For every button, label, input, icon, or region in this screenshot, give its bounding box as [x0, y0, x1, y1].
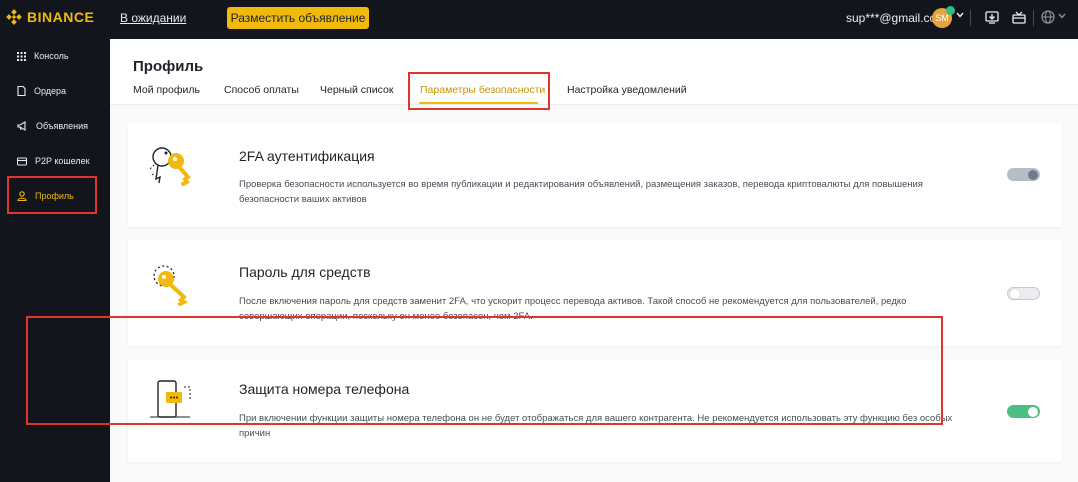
- key-icon: [153, 265, 188, 306]
- binance-diamond-icon: [6, 9, 22, 25]
- chevron-down-icon[interactable]: [1058, 13, 1066, 19]
- sidebar-item-label: Ордера: [34, 86, 67, 96]
- pending-link[interactable]: В ожидании: [120, 11, 186, 25]
- phone-protection-toggle[interactable]: [1007, 405, 1040, 418]
- toggle-knob: [1028, 169, 1038, 180]
- card-title: Пароль для средств: [239, 264, 371, 280]
- brand-name: BINANCE: [27, 9, 95, 25]
- divider: [1033, 10, 1034, 26]
- tab-my-profile[interactable]: Мой профиль: [133, 84, 200, 96]
- toggle-knob: [1028, 406, 1038, 417]
- toggle-knob: [1010, 288, 1020, 299]
- chevron-down-icon[interactable]: [956, 12, 964, 18]
- sidebar-item-label: P2P кошелек: [35, 156, 90, 166]
- profile-header: Профиль Мой профиль Способ оплаты Черный…: [110, 39, 1078, 105]
- binance-logo[interactable]: BINANCE: [6, 9, 94, 25]
- grid-icon: [17, 51, 26, 61]
- sidebar-item-console[interactable]: Консоль: [0, 41, 110, 71]
- fund-password-toggle[interactable]: [1007, 287, 1040, 300]
- tab-notification-settings[interactable]: Настройка уведомлений: [567, 84, 687, 96]
- sidebar-item-ads[interactable]: Объявления: [0, 111, 110, 141]
- highlight-box: [26, 316, 943, 425]
- gift-icon[interactable]: [1011, 9, 1027, 25]
- sidebar-item-p2p-wallet[interactable]: P2P кошелек: [0, 146, 110, 176]
- top-navigation-bar: BINANCE В ожидании Разместить объявление…: [0, 0, 1078, 39]
- download-icon[interactable]: [984, 9, 1000, 25]
- divider: [970, 10, 971, 26]
- highlight-box: [7, 176, 97, 214]
- wallet-icon: [17, 156, 27, 166]
- sidebar-item-label: Объявления: [36, 121, 89, 131]
- highlight-box: [408, 72, 550, 110]
- sidebar-item-orders[interactable]: Ордера: [0, 76, 110, 106]
- tab-payment-methods[interactable]: Способ оплаты: [224, 84, 299, 96]
- post-ad-button[interactable]: Разместить объявление: [227, 7, 369, 29]
- globe-icon[interactable]: [1040, 9, 1056, 25]
- verified-badge-icon: [946, 6, 955, 15]
- keys-icon: [149, 147, 192, 186]
- card-title: 2FA аутентификация: [239, 148, 375, 164]
- sidebar-item-label: Консоль: [34, 51, 69, 61]
- card-description: Проверка безопасности используется во вр…: [239, 179, 923, 205]
- megaphone-icon: [17, 121, 26, 131]
- document-icon: [17, 86, 26, 96]
- 2fa-toggle[interactable]: [1007, 168, 1040, 181]
- page-title: Профиль: [133, 58, 204, 75]
- security-card-2fa: 2FA аутентификация Проверка безопасности…: [128, 123, 1062, 227]
- tab-blacklist[interactable]: Черный список: [320, 84, 393, 96]
